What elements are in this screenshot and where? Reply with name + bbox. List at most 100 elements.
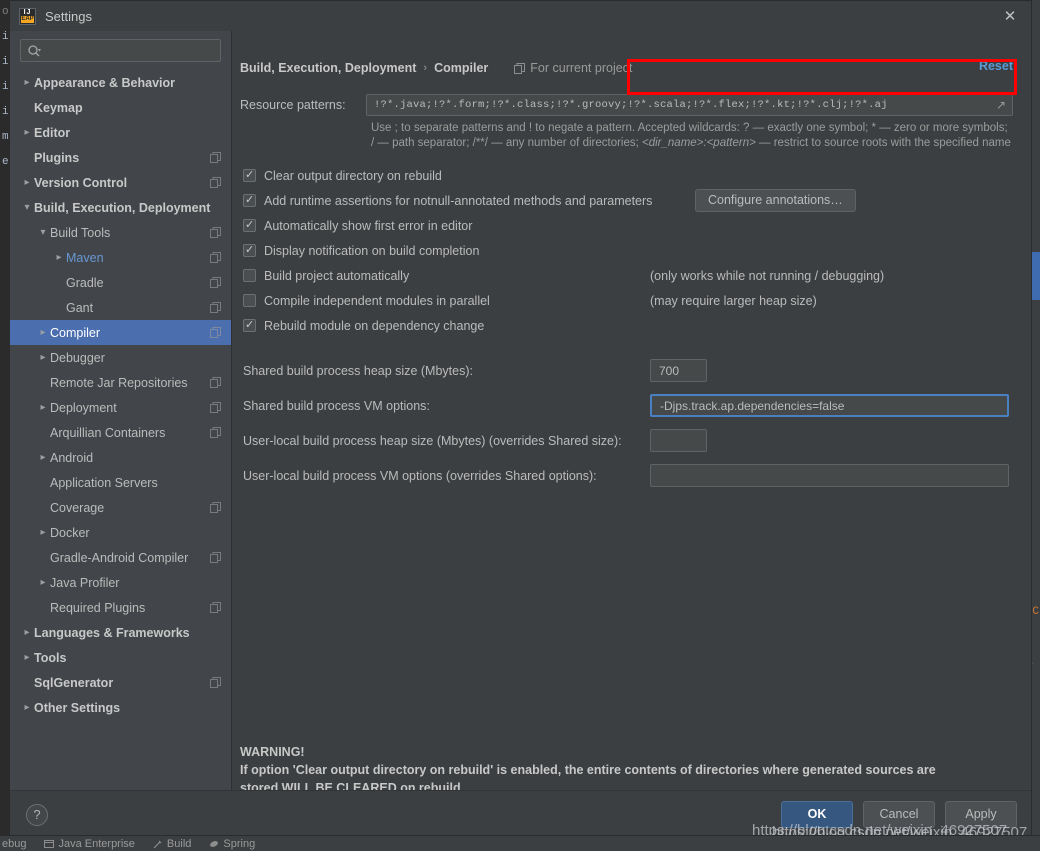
option-field[interactable] xyxy=(650,394,1009,417)
chevron-right-icon[interactable] xyxy=(36,578,50,588)
project-scope-icon xyxy=(210,677,221,688)
checkbox-unchecked-icon[interactable] xyxy=(243,269,256,282)
sidebar-item-remote-jar-repositories[interactable]: Remote Jar Repositories xyxy=(10,370,231,395)
sidebar-item-label: Android xyxy=(50,450,94,465)
sidebar-item-docker[interactable]: Docker xyxy=(10,520,231,545)
breadcrumb-parent[interactable]: Build, Execution, Deployment xyxy=(240,61,416,75)
option-field[interactable] xyxy=(650,359,707,382)
dialog-body: Appearance & Behavior Keymap Editor Plugins… xyxy=(10,31,1031,790)
help-button[interactable]: ? xyxy=(26,803,48,826)
close-icon[interactable]: ✕ xyxy=(997,3,1023,29)
tool-window-debug[interactable]: ebug xyxy=(2,838,26,850)
checkbox-checked-icon[interactable] xyxy=(243,243,256,257)
configure-annotations-button[interactable]: Configure annotations… xyxy=(695,189,856,212)
chevron-down-icon[interactable] xyxy=(36,228,50,238)
checkbox-checked-icon[interactable] xyxy=(243,193,256,207)
checkbox-row[interactable]: Add runtime assertions for notnull-annot… xyxy=(240,188,1013,213)
sidebar-item-android[interactable]: Android xyxy=(10,445,231,470)
sidebar-item-gradle[interactable]: Gradle xyxy=(10,270,231,295)
checkbox-row[interactable]: Clear output directory on rebuild xyxy=(240,163,1013,188)
chevron-right-icon[interactable] xyxy=(20,653,34,663)
tool-window-build[interactable]: Build xyxy=(153,838,191,850)
checkbox-row[interactable]: Display notification on build completion xyxy=(240,238,1013,263)
sidebar-item-deployment[interactable]: Deployment xyxy=(10,395,231,420)
ok-button[interactable]: OK xyxy=(781,801,853,828)
sidebar-item-keymap[interactable]: Keymap xyxy=(10,95,231,120)
sidebar-item-application-servers[interactable]: Application Servers xyxy=(10,470,231,495)
checkbox-row[interactable]: Automatically show first error in editor xyxy=(240,213,1013,238)
sidebar-item-label: Other Settings xyxy=(34,700,121,715)
option-input[interactable] xyxy=(657,467,1002,484)
resource-patterns-field[interactable]: ↗ xyxy=(366,94,1013,116)
sidebar-item-editor[interactable]: Editor xyxy=(10,120,231,145)
sidebar-item-label: Docker xyxy=(50,525,90,540)
reset-link[interactable]: Reset xyxy=(979,59,1013,73)
settings-dialog: IJ EAP Settings ✕ Appearance & Behavior K… xyxy=(9,0,1032,839)
option-input[interactable] xyxy=(658,397,1001,414)
sidebar-item-other-settings[interactable]: Other Settings xyxy=(10,695,231,720)
apply-button[interactable]: Apply xyxy=(945,801,1017,828)
sidebar-item-sqlgenerator[interactable]: SqlGenerator xyxy=(10,670,231,695)
warning-line-2: stored WILL BE CLEARED on rebuild. xyxy=(240,781,465,790)
option-field[interactable] xyxy=(650,464,1009,487)
sidebar-item-languages-frameworks[interactable]: Languages & Frameworks xyxy=(10,620,231,645)
sidebar-item-arquillian-containers[interactable]: Arquillian Containers xyxy=(10,420,231,445)
option-row: Shared build process heap size (Mbytes): xyxy=(240,353,1013,388)
project-scope-icon xyxy=(210,252,221,263)
expand-field-icon[interactable]: ↗ xyxy=(994,98,1008,112)
option-row: User-local build process heap size (Mbyt… xyxy=(240,423,1013,458)
tool-window-spring[interactable]: Spring xyxy=(209,838,255,850)
project-scope-icon xyxy=(210,502,221,513)
editor-scrollbar[interactable] xyxy=(1032,252,1040,300)
project-scope-icon xyxy=(514,62,526,74)
sidebar-item-label: Build Tools xyxy=(50,225,111,240)
compiler-checkbox-list: Clear output directory on rebuild Add run… xyxy=(240,163,1013,338)
sidebar-item-appearance-behavior[interactable]: Appearance & Behavior xyxy=(10,70,231,95)
option-input[interactable] xyxy=(657,362,700,379)
sidebar-item-version-control[interactable]: Version Control xyxy=(10,170,231,195)
chevron-right-icon[interactable] xyxy=(52,253,66,263)
sidebar-item-build-execution-deployment[interactable]: Build, Execution, Deployment xyxy=(10,195,231,220)
checkbox-note: (only works while not running / debuggin… xyxy=(650,268,885,283)
resource-patterns-input[interactable] xyxy=(372,98,994,112)
checkbox-unchecked-icon[interactable] xyxy=(243,294,256,307)
chevron-right-icon[interactable] xyxy=(36,328,50,338)
sidebar-item-compiler[interactable]: Compiler xyxy=(10,320,231,345)
cancel-button[interactable]: Cancel xyxy=(863,801,935,828)
chevron-right-icon[interactable] xyxy=(20,628,34,638)
checkbox-row[interactable]: Build project automatically (only works w… xyxy=(240,263,1013,288)
sidebar-item-gant[interactable]: Gant xyxy=(10,295,231,320)
chevron-right-icon[interactable] xyxy=(20,178,34,188)
chevron-right-icon[interactable] xyxy=(20,78,34,88)
option-field[interactable] xyxy=(650,429,707,452)
chevron-down-icon[interactable] xyxy=(20,203,34,213)
sidebar-item-label: Build, Execution, Deployment xyxy=(34,200,211,215)
sidebar-item-debugger[interactable]: Debugger xyxy=(10,345,231,370)
checkbox-checked-icon[interactable] xyxy=(243,168,256,182)
option-input[interactable] xyxy=(657,432,700,449)
sidebar-item-maven[interactable]: Maven xyxy=(10,245,231,270)
chevron-right-icon[interactable] xyxy=(36,528,50,538)
checkbox-row[interactable]: Compile independent modules in parallel (… xyxy=(240,288,1013,313)
search-input[interactable] xyxy=(44,42,214,59)
sidebar-item-plugins[interactable]: Plugins xyxy=(10,145,231,170)
sidebar-item-coverage[interactable]: Coverage xyxy=(10,495,231,520)
checkbox-label: Add runtime assertions for notnull-annot… xyxy=(264,193,653,208)
breadcrumb-separator-icon: › xyxy=(423,62,428,74)
sidebar-item-required-plugins[interactable]: Required Plugins xyxy=(10,595,231,620)
chevron-right-icon[interactable] xyxy=(36,453,50,463)
checkbox-row[interactable]: Rebuild module on dependency change xyxy=(240,313,1013,338)
chevron-right-icon[interactable] xyxy=(36,353,50,363)
chevron-right-icon[interactable] xyxy=(20,128,34,138)
sidebar-item-gradle-android-compiler[interactable]: Gradle-Android Compiler xyxy=(10,545,231,570)
checkbox-checked-icon[interactable] xyxy=(243,218,256,232)
sidebar-item-tools[interactable]: Tools xyxy=(10,645,231,670)
chevron-right-icon[interactable] xyxy=(20,703,34,713)
checkbox-checked-icon[interactable] xyxy=(243,318,256,332)
hint-line-1: Use ; to separate patterns and ! to nega… xyxy=(371,122,960,134)
sidebar-item-java-profiler[interactable]: Java Profiler xyxy=(10,570,231,595)
chevron-right-icon[interactable] xyxy=(36,403,50,413)
search-box[interactable] xyxy=(20,39,221,62)
tool-window-java-enterprise[interactable]: Java Enterprise xyxy=(44,838,135,850)
sidebar-item-build-tools[interactable]: Build Tools xyxy=(10,220,231,245)
